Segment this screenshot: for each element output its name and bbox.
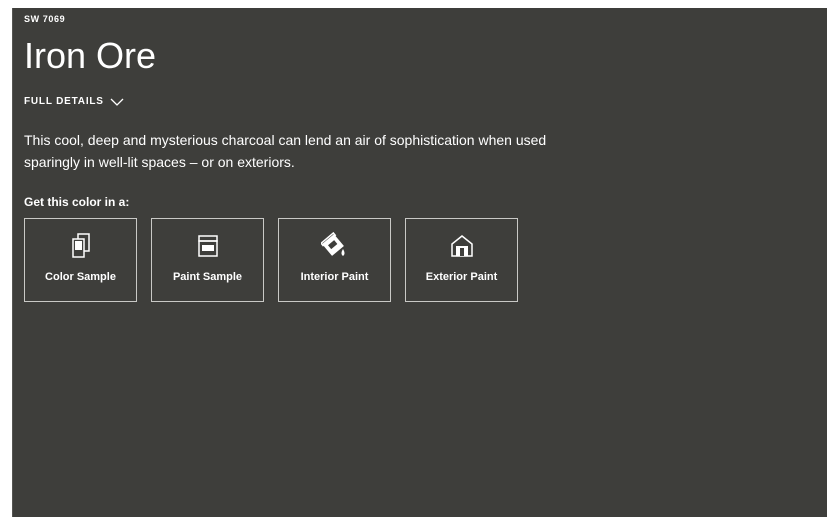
paint-sample-label: Paint Sample (172, 271, 243, 283)
paint-can-icon (320, 231, 349, 261)
paint-sample-button[interactable]: Paint Sample (151, 218, 264, 302)
get-color-label: Get this color in a: (24, 195, 130, 209)
full-details-toggle[interactable]: FULL DETAILS (24, 96, 124, 107)
color-sample-button[interactable]: Color Sample (24, 218, 137, 302)
color-description: This cool, deep and mysterious charcoal … (24, 132, 547, 170)
house-icon (450, 231, 474, 261)
purchase-options: Color Sample Paint Sample Interior Paint… (24, 218, 518, 302)
interior-paint-label: Interior Paint (300, 271, 369, 283)
color-panel: SW 7069 Iron Ore FULL DETAILS This cool,… (12, 8, 827, 517)
color-sample-label: Color Sample (45, 271, 116, 283)
paint-sample-icon (197, 231, 219, 261)
chevron-down-icon (110, 98, 124, 106)
full-details-label: FULL DETAILS (24, 96, 104, 107)
exterior-paint-button[interactable]: Exterior Paint (405, 218, 518, 302)
color-name: Iron Ore (24, 35, 157, 76)
interior-paint-button[interactable]: Interior Paint (278, 218, 391, 302)
color-sample-icon (71, 231, 91, 261)
exterior-paint-label: Exterior Paint (425, 271, 498, 283)
color-code: SW 7069 (24, 14, 66, 24)
